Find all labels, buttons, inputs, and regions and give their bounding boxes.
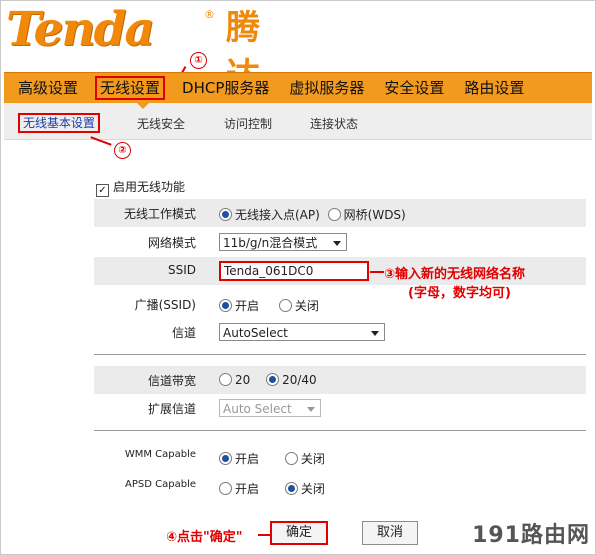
bandwidth-2040-label: 20/40 xyxy=(282,373,317,387)
apsd-off-radio[interactable] xyxy=(284,482,298,495)
network-mode-label: 网络模式 xyxy=(147,236,196,250)
bandwidth-2040-radio[interactable] xyxy=(266,373,280,386)
confirm-button[interactable]: 确定 xyxy=(270,521,328,545)
nav-tab-security[interactable]: 安全设置 xyxy=(374,77,454,99)
channel-row: 信道 AutoSelect xyxy=(94,318,586,346)
nav-tab-virtual-server[interactable]: 虚拟服务器 xyxy=(279,77,374,99)
annotation-step3-arrow xyxy=(370,271,384,273)
nav-tab-wireless[interactable]: 无线设置 xyxy=(95,76,166,100)
bandwidth-20-label: 20 xyxy=(235,373,251,387)
sub-nav: 无线基本设置 无线安全 访问控制 连接状态 xyxy=(4,103,592,140)
chevron-down-icon xyxy=(333,241,341,246)
nav-tab-advanced[interactable]: 高级设置 xyxy=(4,77,88,99)
apsd-on-label: 开启 xyxy=(235,482,260,496)
network-mode-select[interactable]: 11b/g/n混合模式 xyxy=(219,233,347,251)
bandwidth-label: 信道带宽 xyxy=(147,374,196,388)
work-mode-wds-label: 网桥(WDS) xyxy=(343,208,406,222)
work-mode-ap-label: 无线接入点(AP) xyxy=(235,208,320,222)
subnav-tab-basic[interactable]: 无线基本设置 xyxy=(18,113,101,133)
ext-channel-select[interactable]: Auto Select xyxy=(219,399,321,417)
network-mode-value: 11b/g/n混合模式 xyxy=(223,236,318,250)
annotation-step4-text: ④点击"确定" xyxy=(166,530,243,545)
broadcast-on-label: 开启 xyxy=(235,299,260,313)
broadcast-off-label: 关闭 xyxy=(294,299,319,313)
site-watermark: 191路由网 xyxy=(472,523,590,548)
annotation-step4-arrow xyxy=(258,534,270,536)
nav-tab-routing[interactable]: 路由设置 xyxy=(454,77,534,99)
bandwidth-row: 信道带宽 20 20/40 xyxy=(94,366,586,394)
enable-wireless-label: 启用无线功能 xyxy=(113,180,186,194)
logo-brand-en: Tenda xyxy=(6,2,155,57)
wmm-off-radio[interactable] xyxy=(284,452,298,465)
broadcast-row: 广播(SSID) 开启 关闭 xyxy=(94,290,586,318)
wmm-row: WMM Capable 开启 关闭 xyxy=(94,443,586,471)
ext-channel-row: 扩展信道 Auto Select xyxy=(94,394,586,422)
apsd-label: APSD Capable xyxy=(125,479,196,490)
work-mode-ap-radio[interactable] xyxy=(219,208,232,221)
work-mode-row: 无线工作模式 无线接入点(AP) 网桥(WDS) xyxy=(94,199,586,227)
nav-active-pointer xyxy=(135,101,151,109)
subnav-tab-access-control[interactable]: 访问控制 xyxy=(224,115,272,132)
broadcast-label: 广播(SSID) xyxy=(134,298,196,312)
ext-channel-value: Auto Select xyxy=(223,402,292,416)
annotation-step3-text: ③输入新的无线网络名称 xyxy=(384,267,526,282)
ext-channel-label: 扩展信道 xyxy=(147,402,196,416)
apsd-row: APSD Capable 开启 关闭 xyxy=(94,473,586,501)
cancel-button[interactable]: 取消 xyxy=(362,521,418,545)
divider xyxy=(94,430,586,431)
ssid-input[interactable]: Tenda_061DC0 xyxy=(219,261,369,281)
channel-value: AutoSelect xyxy=(223,326,288,340)
bandwidth-20-radio[interactable] xyxy=(219,373,232,386)
wmm-label: WMM Capable xyxy=(124,449,196,460)
wmm-off-label: 关闭 xyxy=(300,452,325,466)
divider xyxy=(94,354,586,355)
broadcast-off-radio[interactable] xyxy=(278,299,292,312)
apsd-on-radio[interactable] xyxy=(219,482,232,495)
network-mode-row: 网络模式 11b/g/n混合模式 xyxy=(94,228,586,256)
wmm-on-label: 开启 xyxy=(235,452,260,466)
apsd-off-label: 关闭 xyxy=(300,482,325,496)
annotation-step1-badge: ① xyxy=(190,52,207,69)
subnav-tab-connection-status[interactable]: 连接状态 xyxy=(310,115,358,132)
enable-wireless-checkbox[interactable]: ✓ xyxy=(96,184,109,197)
chevron-down-icon xyxy=(371,331,379,336)
annotation-step2-badge: ② xyxy=(114,142,131,159)
wmm-on-radio[interactable] xyxy=(219,452,232,465)
logo-registered-mark: ® xyxy=(204,8,215,21)
enable-wireless-row: ✓ 启用无线功能 xyxy=(96,174,588,202)
chevron-down-icon xyxy=(307,407,315,412)
work-mode-options: 无线接入点(AP) 网桥(WDS) xyxy=(219,206,418,223)
channel-label: 信道 xyxy=(171,326,196,340)
work-mode-wds-radio[interactable] xyxy=(327,208,341,221)
nav-tab-dhcp[interactable]: DHCP服务器 xyxy=(172,77,279,99)
enable-wireless-wrap: ✓ 启用无线功能 xyxy=(96,178,185,197)
main-nav: 高级设置 无线设置 DHCP服务器 虚拟服务器 安全设置 路由设置 xyxy=(4,72,592,104)
channel-select[interactable]: AutoSelect xyxy=(219,323,385,341)
subnav-tab-security[interactable]: 无线安全 xyxy=(137,115,185,132)
broadcast-on-radio[interactable] xyxy=(219,299,232,312)
work-mode-label: 无线工作模式 xyxy=(123,207,196,221)
ssid-label: SSID xyxy=(167,263,196,277)
